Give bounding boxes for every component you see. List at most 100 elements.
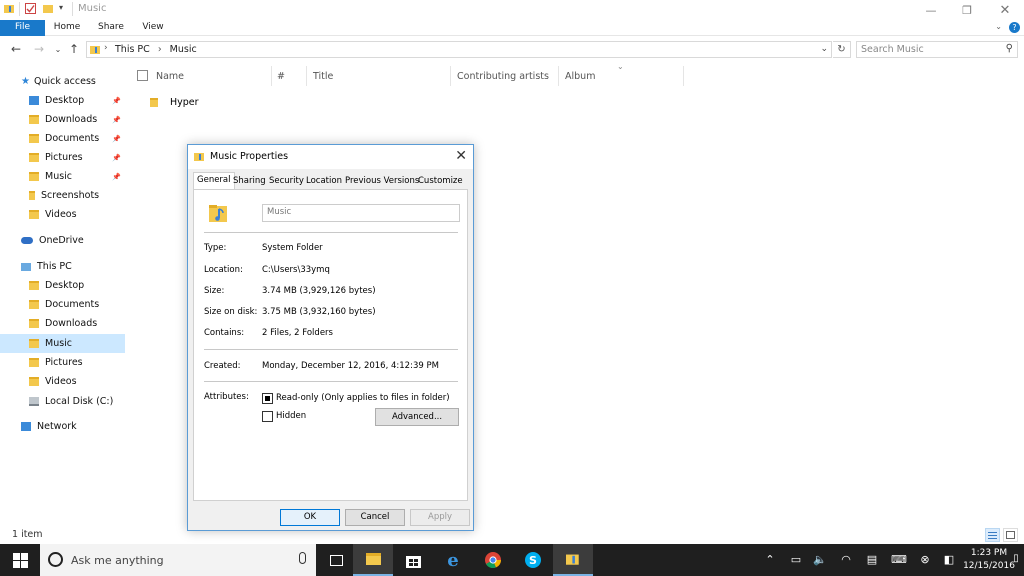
pin-icon[interactable]: 📌	[112, 116, 121, 124]
back-arrow-icon[interactable]: ←	[8, 42, 24, 56]
nav-quick-access[interactable]: ★ Quick access	[0, 72, 125, 91]
cortana-search-box[interactable]: Ask me anything	[40, 544, 316, 576]
search-icon[interactable]: ⚲	[1006, 43, 1013, 54]
videos-folder-icon	[29, 210, 39, 219]
volume-icon[interactable]: 🔈	[812, 553, 828, 566]
nav-pc-desktop[interactable]: Desktop	[0, 276, 125, 295]
tab-general[interactable]: General	[193, 172, 235, 189]
column-divider[interactable]	[683, 66, 684, 86]
breadcrumb-music[interactable]: Music	[170, 44, 197, 55]
screenshots-folder-icon	[29, 191, 35, 200]
nav-pc-pictures[interactable]: Pictures	[0, 353, 125, 372]
nav-quick-pictures[interactable]: Pictures 📌	[0, 148, 125, 167]
new-folder-icon[interactable]	[43, 3, 54, 14]
dialog-titlebar[interactable]: Music Properties ✕	[188, 145, 473, 169]
microphone-icon[interactable]	[299, 552, 306, 564]
readonly-label[interactable]: Read-only (Only applies to files in fold…	[276, 393, 450, 403]
column-divider[interactable]	[450, 66, 451, 86]
readonly-checkbox[interactable]	[262, 393, 273, 404]
properties-icon[interactable]	[25, 3, 36, 14]
cancel-button[interactable]: Cancel	[345, 509, 405, 526]
task-view-button[interactable]	[316, 544, 356, 576]
nav-onedrive[interactable]: OneDrive	[0, 231, 125, 250]
pin-icon[interactable]: 📌	[112, 135, 121, 143]
dialog-close-icon[interactable]: ✕	[455, 148, 467, 164]
chevron-down-icon[interactable]: ⌄	[820, 44, 828, 54]
nav-this-pc[interactable]: This PC	[0, 257, 125, 276]
apply-button[interactable]: Apply	[410, 509, 470, 526]
forward-arrow-icon[interactable]: →	[31, 42, 47, 56]
column-title[interactable]: Title	[313, 71, 333, 82]
tab-share[interactable]: Share	[89, 20, 133, 36]
up-arrow-icon[interactable]: ↑	[66, 42, 82, 56]
battery-icon[interactable]: ▭	[788, 553, 804, 566]
tab-home[interactable]: Home	[45, 20, 89, 36]
hidden-label[interactable]: Hidden	[276, 411, 306, 421]
close-button[interactable]: ✕	[988, 0, 1022, 20]
pin-icon[interactable]: 📌	[112, 173, 121, 181]
nav-quick-videos[interactable]: Videos	[0, 205, 125, 224]
tab-location[interactable]: Location	[303, 174, 345, 189]
nav-pc-videos[interactable]: Videos	[0, 372, 125, 391]
tab-sharing[interactable]: Sharing	[230, 174, 269, 189]
start-button[interactable]	[0, 544, 40, 576]
pin-icon[interactable]: 📌	[112, 97, 121, 105]
nav-quick-downloads[interactable]: Downloads 📌	[0, 110, 125, 129]
large-icons-view-button[interactable]	[1003, 528, 1018, 542]
column-divider[interactable]	[306, 66, 307, 86]
folder-name-field[interactable]: Music	[262, 204, 460, 222]
list-item[interactable]: Hyper	[150, 94, 199, 110]
search-input[interactable]: Search Music ⚲	[856, 41, 1018, 58]
tab-file[interactable]: File	[0, 20, 45, 36]
expand-ribbon-icon[interactable]: ⌄	[995, 22, 1002, 31]
tab-previous-versions[interactable]: Previous Versions	[342, 174, 422, 189]
notifications-icon[interactable]: ▯	[1010, 553, 1022, 564]
nav-pc-downloads[interactable]: Downloads	[0, 314, 125, 333]
qat-dropdown-icon[interactable]: ▾	[59, 3, 70, 14]
app-tray-icon[interactable]: ◧	[941, 553, 957, 566]
nav-network[interactable]: Network	[0, 417, 125, 436]
taskbar-skype[interactable]: S	[513, 544, 553, 576]
select-all-checkbox[interactable]	[137, 70, 148, 81]
column-divider[interactable]	[558, 66, 559, 86]
advanced-button[interactable]: Advanced...	[375, 408, 459, 426]
nav-pc-documents[interactable]: Documents	[0, 295, 125, 314]
address-bar[interactable]: › This PC › Music ⌄	[86, 41, 832, 58]
tab-security[interactable]: Security	[266, 174, 307, 189]
minimize-button[interactable]: —	[914, 0, 948, 20]
nav-quick-music[interactable]: Music 📌	[0, 167, 125, 186]
details-view-button[interactable]	[985, 528, 1000, 542]
hidden-checkbox[interactable]	[262, 411, 273, 422]
nav-quick-screenshots[interactable]: Screenshots	[0, 186, 125, 205]
taskbar-chrome[interactable]	[473, 544, 513, 576]
action-center-icon[interactable]: ▤	[864, 553, 880, 566]
tab-customize[interactable]: Customize	[415, 174, 466, 189]
pin-icon[interactable]: 📌	[112, 154, 121, 162]
ok-button[interactable]: OK	[280, 509, 340, 526]
taskbar-file-explorer[interactable]	[353, 544, 393, 576]
column-track-number[interactable]: #	[277, 71, 285, 82]
notification-x-icon[interactable]: ⊗	[917, 553, 933, 566]
refresh-button[interactable]: ↻	[833, 41, 851, 58]
help-button[interactable]: ?	[1009, 22, 1020, 33]
column-divider[interactable]	[271, 66, 272, 86]
nav-quick-desktop[interactable]: Desktop 📌	[0, 91, 125, 110]
recent-locations-icon[interactable]: ⌄	[50, 45, 66, 54]
wifi-icon[interactable]: ◠	[838, 553, 854, 566]
keyboard-icon[interactable]: ⌨	[891, 553, 907, 566]
column-name[interactable]: Name	[156, 71, 184, 82]
pictures-folder-icon	[29, 153, 39, 162]
nav-pc-local-disk[interactable]: Local Disk (C:)	[0, 392, 125, 411]
taskbar-music-properties[interactable]	[553, 544, 593, 576]
restore-button[interactable]: ❐	[950, 0, 984, 20]
nav-quick-documents[interactable]: Documents 📌	[0, 129, 125, 148]
tab-view[interactable]: View	[133, 20, 173, 36]
clock[interactable]: 1:23 PM 12/15/2016	[962, 547, 1016, 573]
column-contributing-artists[interactable]: Contributing artists	[457, 71, 549, 82]
breadcrumb-this-pc[interactable]: This PC	[115, 44, 150, 55]
taskbar-store[interactable]	[393, 544, 433, 576]
show-hidden-icons-icon[interactable]: ⌃	[762, 553, 778, 566]
nav-pc-music[interactable]: Music	[0, 334, 125, 353]
taskbar-edge[interactable]: e	[433, 544, 473, 576]
column-album[interactable]: Album	[565, 71, 595, 82]
